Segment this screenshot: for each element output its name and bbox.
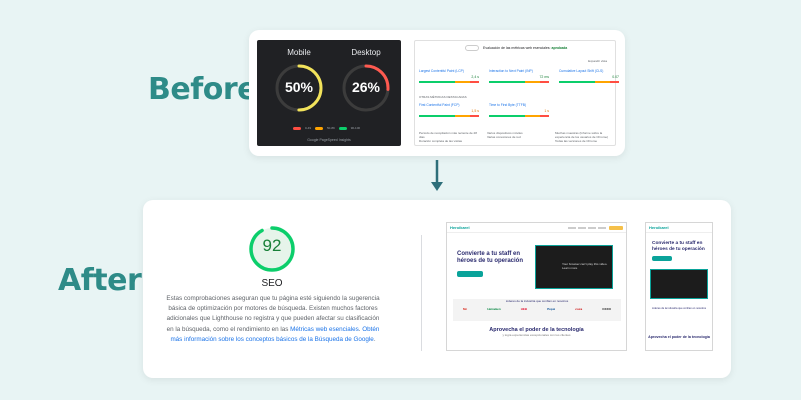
hero-video: Your browser can't play this video. Lear… — [535, 245, 613, 289]
nav-cta-button — [609, 225, 623, 230]
legend-item: 0-49 — [305, 126, 312, 130]
seo-score: 92 — [262, 236, 282, 255]
score-legend: 0-49 50-89 90-100 — [293, 126, 360, 130]
client-logo: Heineken — [487, 307, 501, 311]
legend-item: 90-100 — [350, 126, 361, 130]
mobile-logos-strip: Líderes de la industria que confían en n… — [650, 307, 708, 310]
metric-cls[interactable]: Cumulative Layout Shift (CLS) 0.07 — [559, 69, 619, 83]
other-metrics-row: First Contentful Paint (FCP) 1,5 s Time t… — [419, 103, 549, 117]
client-logo: Pepsi — [547, 307, 556, 311]
hero-button — [457, 271, 483, 277]
mobile-hero-video — [650, 269, 708, 299]
legend-green-swatch — [338, 126, 347, 130]
client-logo: HEB — [520, 307, 528, 311]
client-logo: OXXO — [602, 307, 611, 311]
note-item: Todas las versiones de Chrome — [555, 139, 598, 143]
client-logo: Mc — [463, 307, 468, 311]
mobile-screenshot: Heroikarel Convierte a tu staff en héroe… — [645, 222, 713, 351]
after-label: After — [58, 263, 142, 298]
legend-red-swatch — [293, 126, 301, 130]
metrics-status: aprobada — [551, 46, 568, 50]
mobile-hero-title: Convierte a tu staff en héroes de tu ope… — [652, 241, 705, 252]
mobile-hero: Convierte a tu staff en héroes de tu ope… — [652, 241, 708, 262]
down-arrow-icon — [431, 160, 443, 191]
bottom-subtitle: y logra experiencias excepcionales con t… — [502, 333, 571, 337]
pagespeed-scores-panel: Mobile 50% Desktop 26% 0-49 50-89 90-100… — [257, 40, 401, 146]
logos-title: Líderes de la industria que confían en n… — [505, 299, 569, 303]
seo-description: Estas comprobaciones aseguran que tu pág… — [166, 295, 380, 343]
bottom-section: Aprovecha el poder de la tecnología y lo… — [447, 327, 626, 337]
client-logos-strip: Líderes de la industria que confían en n… — [453, 299, 621, 321]
desktop-score-block: Desktop 26% — [336, 48, 396, 114]
status-badge-icon — [465, 45, 479, 51]
mobile-logos-title: Líderes de la industria que confían en n… — [651, 307, 707, 310]
before-label: Before — [148, 72, 258, 107]
hero-title: Convierte a tu staff en héroes de tu ope… — [457, 251, 524, 264]
metrics-header: Evaluación de las métricas web esenciale… — [465, 45, 611, 51]
site-nav: Heroikarel — [447, 223, 626, 233]
mobile-site-logo: Heroikarel — [649, 225, 669, 230]
site-logo: Heroikarel — [450, 225, 470, 230]
hero-text: Convierte a tu staff en héroes de tu ope… — [457, 251, 523, 277]
expand-view-link[interactable]: Expandir vista — [588, 59, 607, 63]
client-logo: coca — [575, 307, 583, 311]
note-item: Duración completa de las visitas — [419, 139, 463, 143]
note-item: Varias conexiones de red — [487, 135, 521, 139]
after-card — [143, 200, 731, 378]
note-item: Período de recopilación más reciente de … — [419, 131, 477, 139]
metric-ttfb[interactable]: Time to First Byte (TTFB) 1 s — [489, 103, 549, 117]
video-message: Your browser can't play this video. Lear… — [562, 262, 608, 270]
seo-category-title: SEO — [261, 278, 283, 289]
mobile-score-block: Mobile 50% — [269, 48, 329, 114]
desktop-label: Desktop — [351, 48, 381, 57]
psi-footer: Google PageSpeed Insights — [307, 138, 351, 142]
divider — [421, 235, 422, 351]
logos-row: Mc Heineken HEB Pepsi coca OXXO — [453, 307, 621, 311]
mobile-label: Mobile — [287, 48, 311, 57]
legend-item: 50-89 — [327, 126, 335, 130]
metric-lcp[interactable]: Largest Contentful Paint (LCP) 2,4 s — [419, 69, 479, 83]
mobile-hero-button — [652, 256, 672, 262]
mobile-site-nav: Heroikarel — [646, 223, 712, 233]
desktop-screenshot: Heroikarel Convierte a tu staff en héroe… — [446, 222, 627, 351]
core-web-vitals-link[interactable]: Métricas web esenciales — [290, 326, 359, 333]
mobile-score: 50% — [284, 79, 314, 95]
core-web-vitals-panel: Evaluación de las métricas web esenciale… — [414, 40, 619, 146]
legend-orange-swatch — [315, 126, 324, 130]
metric-fcp[interactable]: First Contentful Paint (FCP) 1,5 s — [419, 103, 479, 117]
nav-links — [568, 226, 606, 229]
metrics-title: Evaluación de las métricas web esenciale… — [483, 46, 568, 50]
note-item: Muchas muestras (Informe sobre la experi… — [555, 131, 609, 139]
other-metrics-label: OTRAS MÉTRICAS DESTACADAS — [419, 95, 467, 99]
desktop-score: 26% — [351, 79, 381, 95]
metric-inp[interactable]: Interaction to Next Paint (INP) 72 ms — [489, 69, 549, 83]
mobile-bottom-section: Aprovecha el poder de la tecnología — [646, 335, 712, 339]
collection-notes: Período de recopilación más reciente de … — [419, 131, 611, 143]
mobile-bottom-title: Aprovecha el poder de la tecnología — [648, 335, 710, 339]
core-metrics-row: Largest Contentful Paint (LCP) 2,4 s Inte… — [419, 69, 619, 83]
before-card: Mobile 50% Desktop 26% 0-49 50-89 90-100… — [249, 30, 625, 156]
